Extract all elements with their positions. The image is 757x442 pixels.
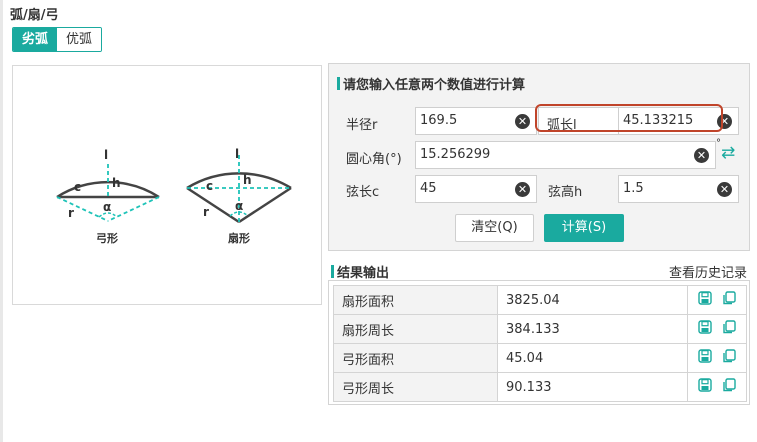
calc-section-title: 请您输入任意两个数值进行计算 — [337, 74, 525, 93]
result-actions — [687, 285, 747, 315]
calculate-button[interactable]: 计算(S) — [544, 214, 624, 242]
result-value: 3825.04 — [497, 285, 688, 315]
result-row: 扇形周长 384.133 — [333, 314, 747, 344]
geometry-diagram: l h c r α l h c r α 弓形 扇形 — [12, 65, 322, 305]
result-row: 弓形面积 45.04 — [333, 343, 747, 373]
copy-icon[interactable] — [722, 349, 736, 367]
page-title: 弧/扇/弓 — [10, 8, 59, 23]
result-actions — [687, 372, 747, 402]
results-table-wrapper: 扇形面积 3825.04 扇形周长 384.133 弓形面积 45.04 弓形周长 90.13… — [328, 280, 750, 405]
save-icon[interactable] — [698, 349, 712, 367]
segment-symbol-r: r — [68, 206, 74, 220]
angle-input[interactable] — [416, 142, 689, 168]
sector-radius-right — [238, 186, 292, 224]
angle-label: 圆心角(°) — [346, 152, 402, 167]
page-left-border — [0, 0, 3, 442]
segment-radius-right — [107, 196, 160, 222]
result-value: 45.04 — [497, 343, 688, 373]
clear-button[interactable]: 清空(Q) — [455, 214, 534, 242]
sector-radius-left — [186, 186, 240, 224]
radius-clear-icon[interactable]: ✕ — [515, 114, 530, 129]
arc-type-tabs: 劣弧 优弧 — [12, 27, 103, 52]
sector-symbol-alpha: α — [235, 199, 243, 213]
result-actions — [687, 343, 747, 373]
segment-radius-left — [56, 196, 109, 222]
result-name: 扇形面积 — [333, 285, 498, 315]
result-value: 384.133 — [497, 314, 688, 344]
unit-swap-icon[interactable]: ⇄ — [721, 143, 735, 163]
chord-input[interactable] — [416, 176, 510, 202]
arc-length-highlight — [535, 104, 723, 132]
calc-section-title-text: 请您输入任意两个数值进行计算 — [343, 78, 526, 93]
copy-icon[interactable] — [722, 291, 736, 309]
sector-symbol-r: r — [203, 205, 209, 219]
height-field: ✕ — [618, 175, 739, 203]
copy-icon[interactable] — [722, 320, 736, 338]
height-input[interactable] — [619, 176, 712, 202]
result-row: 弓形周长 90.133 — [333, 372, 747, 402]
result-name: 扇形周长 — [333, 314, 498, 344]
copy-icon[interactable] — [722, 378, 736, 396]
result-name: 弓形周长 — [333, 372, 498, 402]
segment-symbol-h: h — [112, 176, 121, 190]
chord-clear-icon[interactable]: ✕ — [515, 182, 530, 197]
sector-symbol-h: h — [243, 173, 252, 187]
result-name: 弓形面积 — [333, 343, 498, 373]
save-icon[interactable] — [698, 320, 712, 338]
radius-field: ✕ — [415, 107, 537, 135]
save-icon[interactable] — [698, 291, 712, 309]
save-icon[interactable] — [698, 378, 712, 396]
results-accent-bar — [331, 265, 334, 278]
sector-symbol-l: l — [235, 147, 239, 161]
sector-caption: 扇形 — [228, 231, 250, 245]
tab-major-arc[interactable]: 优弧 — [57, 28, 102, 51]
sector-symbol-c: c — [206, 179, 213, 193]
angle-clear-icon[interactable]: ✕ — [694, 148, 709, 163]
segment-caption: 弓形 — [96, 232, 118, 245]
result-value: 90.133 — [497, 372, 688, 402]
result-actions — [687, 314, 747, 344]
results-section-title: 结果输出 — [331, 262, 389, 281]
height-clear-icon[interactable]: ✕ — [717, 182, 732, 197]
segment-symbol-alpha: α — [103, 200, 111, 214]
segment-symbol-l: l — [104, 148, 108, 162]
radius-label: 半径r — [346, 118, 378, 133]
view-history-link[interactable]: 查看历史记录 — [669, 262, 747, 281]
height-label: 弦高h — [548, 185, 583, 200]
results-section-title-text: 结果输出 — [337, 266, 390, 281]
results-table: 扇形面积 3825.04 扇形周长 384.133 弓形面积 45.04 弓形周长 90.13… — [333, 285, 747, 402]
radius-input[interactable] — [416, 108, 510, 134]
diagram-svg: l h c r α l h c r α 弓形 扇形 — [56, 147, 292, 245]
result-row: 扇形面积 3825.04 — [333, 285, 747, 315]
chord-field: ✕ — [415, 175, 537, 203]
section-accent-bar — [337, 77, 340, 90]
segment-symbol-c: c — [74, 180, 81, 194]
angle-field: ✕ ° — [415, 138, 721, 169]
tab-minor-arc[interactable]: 劣弧 — [13, 28, 58, 51]
chord-label: 弦长c — [346, 185, 380, 200]
